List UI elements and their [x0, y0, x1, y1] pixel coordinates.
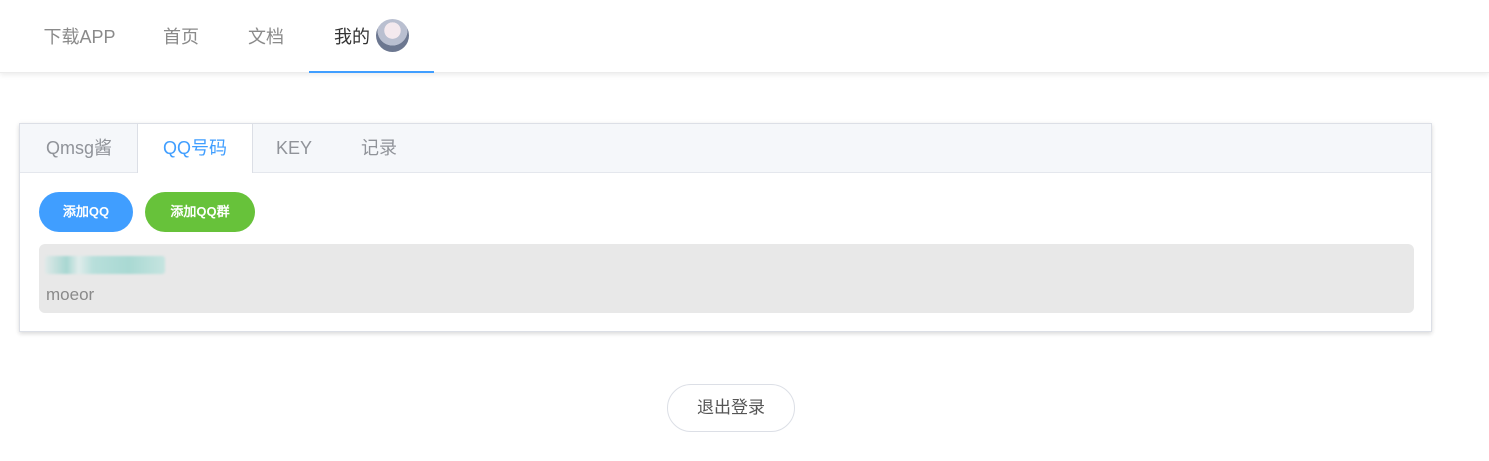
tab-header: Qmsg酱 QQ号码 KEY 记录 [20, 124, 1431, 173]
tabs-card: Qmsg酱 QQ号码 KEY 记录 添加QQ 添加QQ群 moeor [19, 123, 1432, 332]
nav-download-app[interactable]: 下载APP [20, 0, 139, 72]
qq-nickname: moeor [46, 285, 95, 304]
top-navigation: 下载APP 首页 文档 我的 [0, 0, 1489, 73]
tab-key[interactable]: KEY [253, 124, 335, 173]
add-qq-group-button[interactable]: 添加QQ群 [145, 192, 255, 232]
logout-button[interactable]: 退出登录 [667, 384, 795, 432]
nav-docs-label: 文档 [248, 27, 284, 48]
nav-active-indicator [309, 71, 434, 73]
tab-qmsg[interactable]: Qmsg酱 [20, 124, 138, 173]
nav-mine[interactable]: 我的 [309, 0, 434, 73]
add-qq-button[interactable]: 添加QQ [39, 192, 133, 232]
tab-qq-number[interactable]: QQ号码 [137, 124, 253, 173]
tab-records[interactable]: 记录 [335, 124, 423, 173]
user-avatar [376, 18, 409, 52]
nav-home-label: 首页 [163, 27, 199, 48]
nav-docs[interactable]: 文档 [223, 0, 309, 72]
nav-mine-label: 我的 [334, 27, 370, 48]
nav-download-app-label: 下载APP [43, 27, 116, 48]
qq-list-item[interactable]: moeor [39, 244, 1414, 313]
masked-qq-number [45, 256, 165, 274]
nav-home[interactable]: 首页 [139, 0, 223, 72]
